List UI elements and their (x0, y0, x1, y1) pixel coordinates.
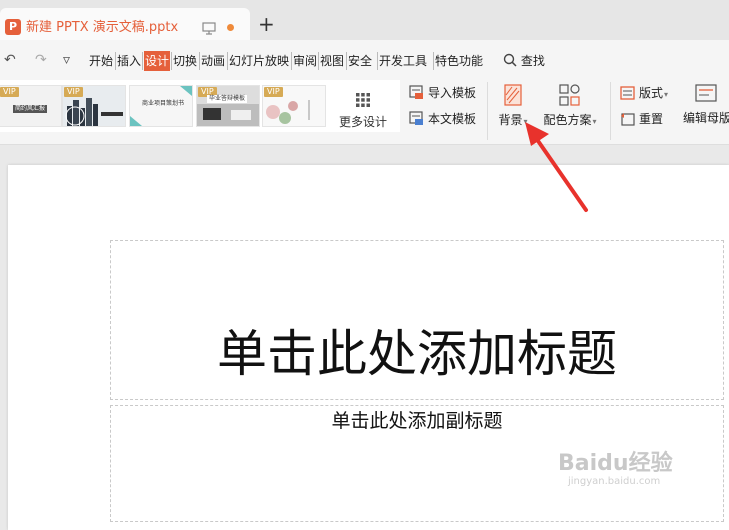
background-icon (504, 84, 522, 106)
layout-icon (620, 86, 635, 100)
more-design-label: 更多设计 (338, 115, 387, 129)
ribbon-separator (610, 82, 611, 140)
menu-separator (377, 52, 378, 70)
grid-icon (356, 93, 370, 107)
color-scheme-label: 配色方案 (543, 113, 592, 127)
vip-badge: VIP (0, 87, 19, 97)
background-button[interactable]: 背景▾ (495, 84, 531, 130)
menu-separator (115, 52, 116, 70)
watermark-url: jingyan.baidu.com (568, 476, 661, 487)
menu-separator (318, 52, 319, 70)
color-scheme-button[interactable]: 配色方案▾ (541, 84, 599, 130)
watermark-text: Baidu经验 (558, 451, 673, 476)
monitor-icon[interactable] (202, 21, 216, 35)
menu-bar: ↶ ↷ ▿ 开始 插入 设计 切换 动画 幻灯片放映 审阅 视图 安全 开发工具 特色功能 查找 (0, 40, 729, 80)
undo-icon[interactable]: ↶ (4, 53, 16, 67)
reset-label: 重置 (639, 112, 664, 126)
menu-tab-10[interactable]: 特色功能 (435, 51, 483, 71)
menu-tab-2[interactable]: 设计 (144, 51, 171, 71)
this-template-icon (409, 111, 423, 125)
background-label: 背景 (498, 113, 523, 127)
quick-access-more-icon[interactable]: ▿ (63, 53, 70, 67)
menu-tab-8[interactable]: 安全 (348, 51, 372, 71)
this-template-label: 本文模板 (428, 112, 477, 126)
caret-down-icon: ▾ (664, 90, 669, 99)
import-template-label: 导入模板 (428, 86, 477, 100)
more-design-button[interactable]: 更多设计 (333, 86, 393, 129)
edit-master-button[interactable]: 编辑母版 (683, 84, 729, 126)
template-thumbnail[interactable]: VIP 毕业答辩模板 (196, 85, 260, 127)
edit-master-label: 编辑母版 (683, 111, 729, 125)
layout-label: 版式 (639, 86, 664, 100)
this-template-button[interactable]: 本文模板 (409, 111, 476, 127)
menu-tab-5[interactable]: 幻灯片放映 (229, 51, 289, 71)
document-tab[interactable]: P 新建 PPTX 演示文稿.pptx (0, 8, 250, 40)
title-placeholder-text: 单击此处添加标题 (217, 325, 617, 383)
template-thumbnail[interactable]: VIP (62, 85, 126, 127)
menu-tab-0[interactable]: 开始 (89, 51, 113, 71)
redo-icon[interactable]: ↷ (35, 53, 47, 67)
title-placeholder-box[interactable]: 单击此处添加标题 (110, 240, 724, 400)
tab-bar: P 新建 PPTX 演示文稿.pptx + (0, 0, 729, 40)
menu-tab-7[interactable]: 视图 (320, 51, 344, 71)
document-title: 新建 PPTX 演示文稿.pptx (26, 20, 179, 35)
reset-button[interactable]: 重置 (620, 111, 663, 127)
reset-icon (621, 113, 635, 126)
menu-separator (346, 52, 347, 70)
search-button[interactable]: 查找 (503, 51, 545, 71)
caret-down-icon: ▾ (523, 117, 528, 126)
city-skyline-image (65, 98, 123, 126)
caret-down-icon: ▾ (592, 117, 597, 126)
template-thumbnail[interactable]: VIP 简约风汇报 (0, 85, 62, 127)
decorative-shapes (130, 86, 192, 126)
design-ribbon: VIP 简约风汇报 VIP 商业项目策划书 VIP 毕业答辩模板 VIP 更多设… (0, 80, 729, 145)
watermark: Baidu经验 jingyan.baidu.com (558, 452, 698, 497)
color-scheme-icon (559, 84, 580, 106)
menu-tab-9[interactable]: 开发工具 (379, 51, 427, 71)
layout-button[interactable]: 版式▾ (620, 85, 668, 103)
menu-separator (171, 52, 172, 70)
desk-photo-image (197, 104, 259, 126)
floral-image (266, 100, 310, 124)
search-icon (503, 53, 517, 67)
new-tab-button[interactable]: + (258, 14, 275, 34)
menu-separator (433, 52, 434, 70)
menu-tab-3[interactable]: 切换 (173, 51, 197, 71)
menu-tab-6[interactable]: 审阅 (293, 51, 317, 71)
template-thumbnail[interactable]: VIP (262, 85, 326, 127)
template-caption: 简约风汇报 (13, 105, 48, 113)
menu-separator (142, 52, 143, 70)
template-gallery: VIP 简约风汇报 VIP 商业项目策划书 VIP 毕业答辩模板 VIP 更多设… (0, 80, 400, 132)
import-template-icon (409, 85, 423, 99)
subtitle-placeholder-text: 单击此处添加副标题 (331, 410, 503, 432)
menu-separator (291, 52, 292, 70)
menu-tab-1[interactable]: 插入 (117, 51, 141, 71)
ribbon-separator (487, 82, 488, 140)
presentation-app-icon: P (5, 19, 21, 35)
menu-tab-4[interactable]: 动画 (201, 51, 225, 71)
menu-separator (227, 52, 228, 70)
template-thumbnail[interactable]: 商业项目策划书 (129, 85, 193, 127)
edit-master-icon (695, 84, 717, 102)
search-label: 查找 (520, 54, 545, 68)
unsaved-dot-indicator (227, 24, 234, 31)
menu-separator (199, 52, 200, 70)
template-caption: 毕业答辩模板 (207, 95, 248, 103)
import-template-button[interactable]: 导入模板 (409, 85, 476, 101)
